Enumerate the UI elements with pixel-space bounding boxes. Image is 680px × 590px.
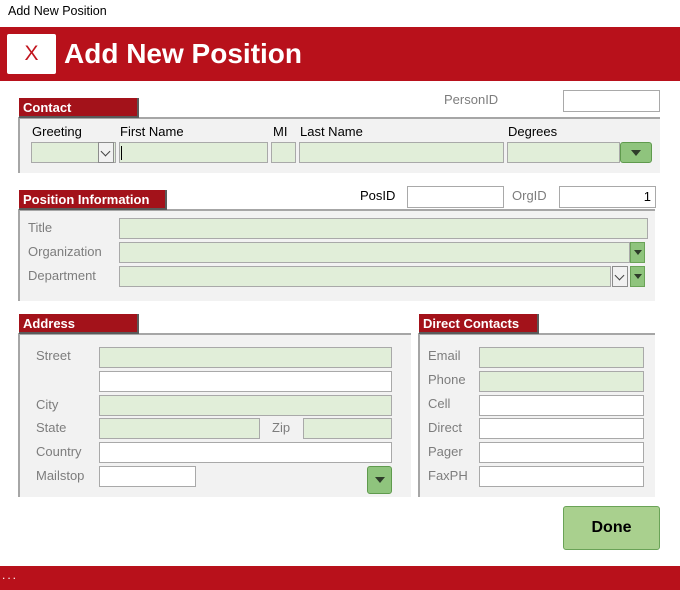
cell-label: Cell [428, 396, 451, 411]
phone-field[interactable] [479, 371, 644, 392]
done-button[interactable]: Done [563, 506, 660, 550]
footer-bar [0, 566, 680, 590]
country-field[interactable] [99, 442, 392, 463]
country-label: Country [36, 444, 82, 459]
app-logo-icon: X [7, 34, 56, 74]
first-name-field[interactable] [119, 142, 268, 163]
street-label: Street [36, 348, 71, 363]
department-combobox[interactable] [119, 266, 611, 287]
last-name-field[interactable] [299, 142, 504, 163]
footer-status: ... [2, 568, 19, 582]
degrees-field[interactable] [507, 142, 620, 163]
contact-section-header: Contact [19, 98, 139, 118]
page-title: Add New Position [64, 38, 302, 69]
address-section-header: Address [19, 314, 139, 334]
mailstop-field[interactable] [99, 466, 196, 487]
first-name-label: First Name [120, 124, 184, 139]
street-field-1[interactable] [99, 347, 392, 368]
degrees-label: Degrees [508, 124, 558, 139]
state-label: State [36, 420, 67, 435]
state-field[interactable] [99, 418, 260, 439]
mi-label: MI [273, 124, 288, 139]
direct-field[interactable] [479, 418, 644, 439]
city-label: City [36, 397, 59, 412]
zip-field[interactable] [303, 418, 392, 439]
person-id-field[interactable] [563, 90, 660, 112]
street-field-2[interactable] [99, 371, 392, 392]
organization-combobox[interactable] [119, 242, 630, 263]
pager-label: Pager [428, 444, 463, 459]
address-dropdown-icon[interactable] [367, 466, 392, 494]
direct-label: Direct [428, 420, 462, 435]
org-id-field[interactable]: 1 [559, 186, 656, 208]
phone-label: Phone [428, 372, 466, 387]
pos-id-field[interactable] [407, 186, 504, 208]
organization-label: Organization [28, 244, 102, 259]
department-dropdown-icon[interactable] [630, 266, 645, 287]
organization-dropdown-icon[interactable] [630, 242, 645, 263]
city-field[interactable] [99, 395, 392, 416]
degrees-dropdown-icon[interactable] [620, 142, 652, 163]
department-label: Department [28, 268, 96, 283]
position-section-header: Position Information [19, 190, 167, 210]
mi-field[interactable] [271, 142, 296, 163]
pager-field[interactable] [479, 442, 644, 463]
title-field[interactable] [119, 218, 648, 239]
email-label: Email [428, 348, 461, 363]
department-chevron-down-icon[interactable] [612, 266, 628, 287]
title-label: Title [28, 220, 53, 235]
pos-id-label: PosID [360, 188, 396, 203]
text-caret [121, 146, 122, 160]
org-id-label: OrgID [512, 188, 547, 203]
zip-label: Zip [272, 420, 291, 435]
greeting-chevron-down-icon[interactable] [98, 142, 114, 163]
window-title: Add New Position [8, 4, 107, 18]
cell-field[interactable] [479, 395, 644, 416]
person-id-label: PersonID [444, 92, 499, 107]
mailstop-label: Mailstop [36, 468, 85, 483]
last-name-label: Last Name [300, 124, 363, 139]
faxph-field[interactable] [479, 466, 644, 487]
email-field[interactable] [479, 347, 644, 368]
direct-contacts-section-header: Direct Contacts [419, 314, 539, 334]
faxph-label: FaxPH [428, 468, 468, 483]
greeting-label: Greeting [32, 124, 82, 139]
